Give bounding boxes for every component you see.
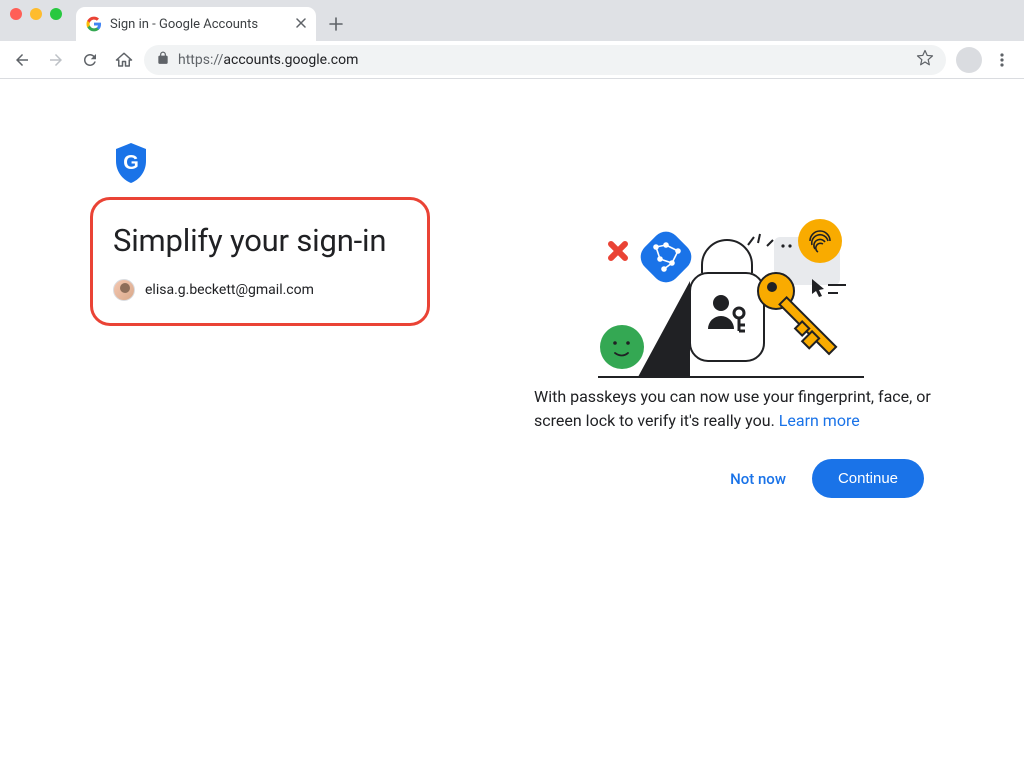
google-favicon-icon [86,16,102,32]
window-zoom-button[interactable] [50,8,62,20]
address-bar[interactable]: https://accounts.google.com [144,45,946,75]
passkey-illustration [598,219,878,379]
tab-close-button[interactable] [296,16,306,32]
window-controls [10,0,76,41]
bookmark-button[interactable] [916,49,934,71]
reload-button[interactable] [76,46,104,74]
tab-title: Sign in - Google Accounts [110,17,258,32]
back-button[interactable] [8,46,36,74]
arrow-left-icon [13,51,31,69]
page-title: Simplify your sign-in [113,222,407,259]
page-content: G Simplify your sign-in elisa.g.beckett@… [0,79,1024,768]
browser-toolbar: https://accounts.google.com [0,41,1024,79]
url-text: https://accounts.google.com [178,52,358,68]
close-icon [296,18,306,28]
browser-tab[interactable]: Sign in - Google Accounts [76,7,316,41]
action-button-row: Not now Continue [534,459,924,498]
avatar [113,279,135,301]
google-shield-icon: G [112,141,150,189]
not-now-button[interactable]: Not now [722,460,794,498]
home-button[interactable] [110,46,138,74]
star-icon [916,49,934,67]
arrow-right-icon [47,51,65,69]
home-icon [115,51,133,69]
browser-menu-button[interactable] [988,46,1016,74]
passkey-description: With passkeys you can now use your finge… [534,385,934,433]
window-minimize-button[interactable] [30,8,42,20]
profile-button[interactable] [956,47,982,73]
account-email: elisa.g.beckett@gmail.com [145,282,314,298]
continue-button[interactable]: Continue [812,459,924,498]
plus-icon [329,17,343,31]
kebab-menu-icon [994,52,1010,68]
forward-button[interactable] [42,46,70,74]
description-text: With passkeys you can now use your finge… [534,387,931,430]
learn-more-link[interactable]: Learn more [779,411,860,430]
window-close-button[interactable] [10,8,22,20]
account-row[interactable]: elisa.g.beckett@gmail.com [113,279,407,301]
url-scheme: https:// [178,52,223,68]
browser-tab-strip: Sign in - Google Accounts [0,0,1024,41]
url-host: accounts.google.com [223,52,358,68]
svg-text:G: G [123,152,139,174]
lock-icon [156,51,170,69]
signin-title-box: Simplify your sign-in elisa.g.beckett@gm… [90,197,430,326]
new-tab-button[interactable] [322,10,350,38]
reload-icon [81,51,99,69]
